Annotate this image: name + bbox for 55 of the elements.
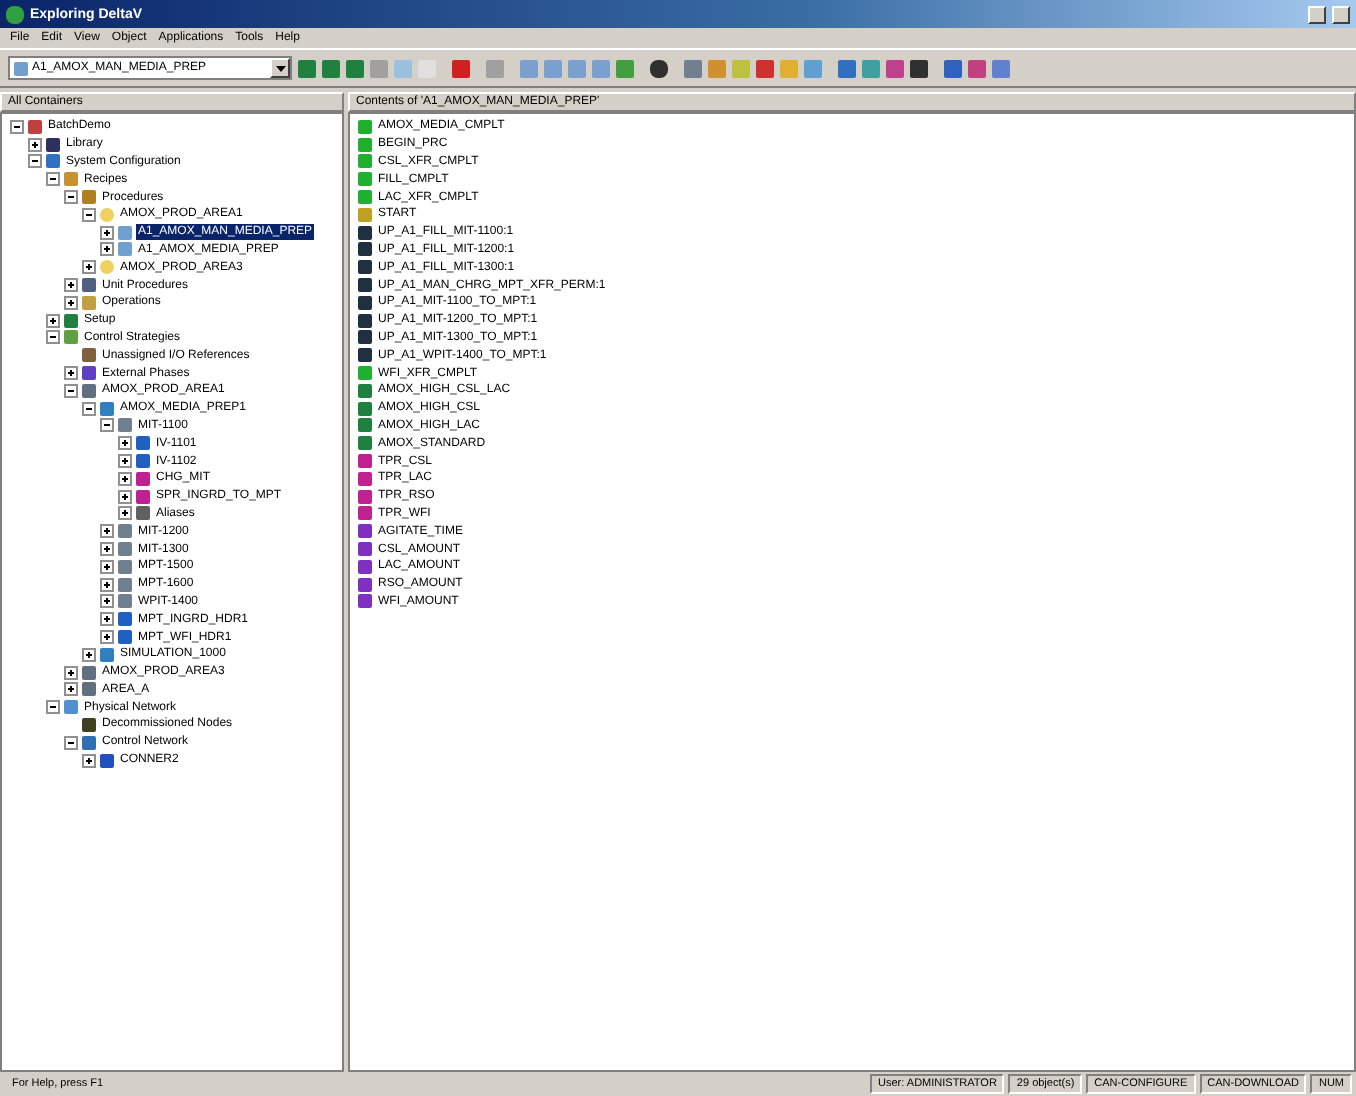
expand-toggle[interactable] [28, 137, 42, 152]
tree-node-icon [64, 700, 78, 715]
expand-toggle[interactable] [82, 753, 96, 768]
collapse-toggle[interactable] [64, 190, 78, 205]
expand-toggle[interactable] [82, 260, 96, 275]
expand-toggle[interactable] [100, 225, 114, 240]
collapse-toggle[interactable] [82, 207, 96, 222]
tree-node-icon [136, 436, 150, 451]
tree-node-icon [82, 735, 96, 750]
tree-node-icon [118, 612, 132, 627]
expand-toggle[interactable] [100, 559, 114, 574]
expand-toggle[interactable] [82, 647, 96, 662]
minimize-button[interactable] [1308, 5, 1326, 23]
tree-node-icon [100, 401, 114, 416]
close-button[interactable] [1332, 5, 1350, 23]
tree-node-icon [100, 753, 114, 768]
tree-node-icon [82, 717, 96, 732]
collapse-toggle[interactable] [46, 172, 60, 187]
app-icon [6, 5, 24, 23]
tree-node-icon [118, 630, 132, 644]
tree-node-icon [100, 647, 114, 662]
tree-node-icon [64, 172, 78, 187]
expand-toggle[interactable] [100, 242, 114, 257]
tree-node-icon [28, 119, 42, 134]
collapse-toggle[interactable] [28, 154, 42, 169]
expand-toggle[interactable] [46, 313, 60, 328]
expand-toggle[interactable] [118, 506, 132, 521]
collapse-toggle[interactable] [64, 735, 78, 750]
tree-node-icon [118, 418, 132, 433]
expand-toggle[interactable] [100, 577, 114, 592]
collapse-toggle[interactable] [100, 418, 114, 433]
tree-node-icon [100, 260, 114, 275]
expand-toggle[interactable] [118, 454, 132, 469]
expand-toggle[interactable] [64, 682, 78, 697]
expand-toggle[interactable] [100, 612, 114, 627]
expand-toggle[interactable] [64, 278, 78, 293]
expand-toggle[interactable] [100, 630, 114, 644]
expand-toggle[interactable] [100, 524, 114, 539]
tree-node-icon [118, 524, 132, 539]
collapse-toggle[interactable] [46, 330, 60, 345]
collapse-toggle[interactable] [10, 119, 24, 134]
expand-toggle[interactable] [118, 436, 132, 451]
expand-toggle[interactable] [64, 295, 78, 310]
expand-toggle[interactable] [118, 489, 132, 504]
tree-node-icon [82, 348, 96, 363]
expand-toggle[interactable] [64, 665, 78, 680]
expand-toggle[interactable] [64, 366, 78, 381]
tree-node-icon [100, 207, 114, 222]
expand-toggle[interactable] [100, 542, 114, 557]
collapse-toggle[interactable] [46, 700, 60, 715]
expand-toggle[interactable] [118, 471, 132, 486]
expand-toggle[interactable] [100, 594, 114, 609]
collapse-toggle[interactable] [82, 401, 96, 416]
collapse-toggle[interactable] [64, 383, 78, 398]
tree-node-icon [82, 190, 96, 205]
